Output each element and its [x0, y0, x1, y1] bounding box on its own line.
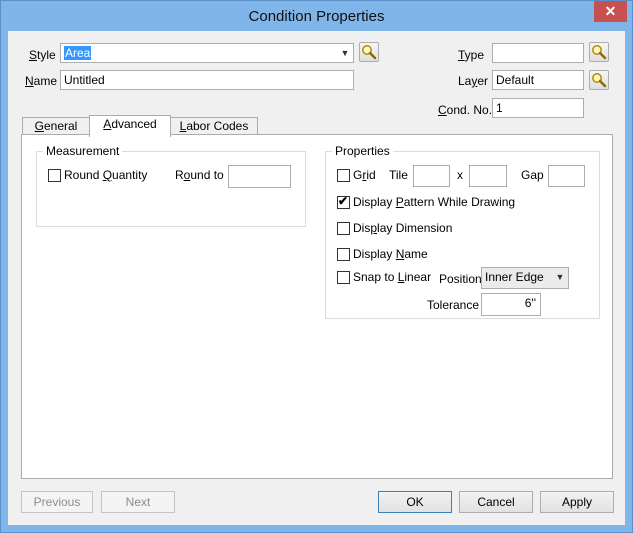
cancel-button[interactable]: Cancel	[459, 491, 533, 513]
chevron-down-icon[interactable]: ▼	[337, 44, 353, 62]
gap-field[interactable]	[548, 165, 585, 187]
type-label: Type	[458, 48, 485, 62]
dialog-body: Style Area ▼ Name Untitled Type Layer De…	[8, 31, 625, 525]
round-to-field[interactable]	[228, 165, 291, 188]
tile-label: Tile	[389, 168, 408, 182]
name-label: Name	[25, 74, 58, 88]
display-pattern-checkbox[interactable]: ✔	[337, 194, 350, 209]
display-name-checkbox[interactable]	[337, 248, 350, 261]
display-pattern-label: Display Pattern While Drawing	[353, 195, 516, 209]
tile-x-label: x	[457, 168, 463, 182]
tab-advanced[interactable]: Advanced	[89, 115, 171, 137]
grid-label: Grid	[353, 168, 376, 182]
layer-label: Layer	[458, 74, 489, 88]
tolerance-field[interactable]: 6''	[481, 293, 541, 316]
previous-button[interactable]: Previous	[21, 491, 93, 513]
tolerance-label: Tolerance	[427, 298, 480, 312]
round-quantity-label: Round Quantity	[64, 168, 148, 182]
style-combobox[interactable]: Area ▼	[60, 43, 354, 63]
close-button[interactable]: ✕	[594, 1, 627, 22]
style-label: Style	[29, 48, 56, 62]
measurement-group: Measurement Round Quantity Round to	[36, 144, 306, 227]
magnifier-icon	[592, 73, 607, 88]
measurement-title: Measurement	[43, 144, 123, 158]
next-button[interactable]: Next	[101, 491, 175, 513]
magnifier-icon	[592, 45, 607, 60]
style-value: Area	[64, 46, 92, 60]
tile-width-field[interactable]	[413, 165, 450, 187]
ok-button[interactable]: OK	[378, 491, 452, 513]
position-select[interactable]: Inner Edge ▼	[481, 267, 569, 289]
layer-search-button[interactable]	[589, 70, 609, 90]
round-quantity-checkbox[interactable]	[48, 169, 61, 182]
condition-properties-dialog: Condition Properties ✕ Style Area ▼ Name…	[0, 0, 633, 533]
position-label: Position	[439, 272, 482, 286]
display-name-label: Display Name	[353, 247, 428, 261]
display-dimension-label: Display Dimension	[353, 221, 453, 235]
cond-no-field[interactable]: 1	[492, 98, 584, 118]
position-value: Inner Edge	[485, 270, 544, 284]
advanced-tab-panel: Measurement Round Quantity Round to Prop…	[21, 134, 613, 479]
display-dimension-checkbox[interactable]	[337, 222, 350, 235]
gap-label: Gap	[521, 168, 544, 182]
magnifier-icon	[362, 45, 377, 60]
snap-to-linear-label: Snap to Linear	[353, 270, 432, 284]
snap-to-linear-checkbox[interactable]	[337, 271, 350, 284]
checkmark-icon: ✔	[338, 194, 349, 208]
title-bar: Condition Properties ✕	[1, 1, 632, 31]
apply-button[interactable]: Apply	[540, 491, 614, 513]
round-to-label: Round to	[175, 168, 224, 182]
grid-checkbox[interactable]	[337, 169, 350, 182]
tile-height-field[interactable]	[469, 165, 507, 187]
type-search-button[interactable]	[589, 42, 609, 62]
type-field[interactable]	[492, 43, 584, 63]
style-search-button[interactable]	[359, 42, 379, 62]
chevron-down-icon[interactable]: ▼	[552, 268, 568, 286]
cond-no-label: Cond. No.	[438, 103, 493, 117]
window-title: Condition Properties	[248, 8, 385, 25]
properties-title: Properties	[332, 144, 393, 158]
name-field[interactable]: Untitled	[60, 70, 354, 90]
layer-field[interactable]: Default	[492, 70, 584, 90]
properties-group: Properties Grid Tile x Gap ✔ Display Pat…	[325, 144, 600, 319]
